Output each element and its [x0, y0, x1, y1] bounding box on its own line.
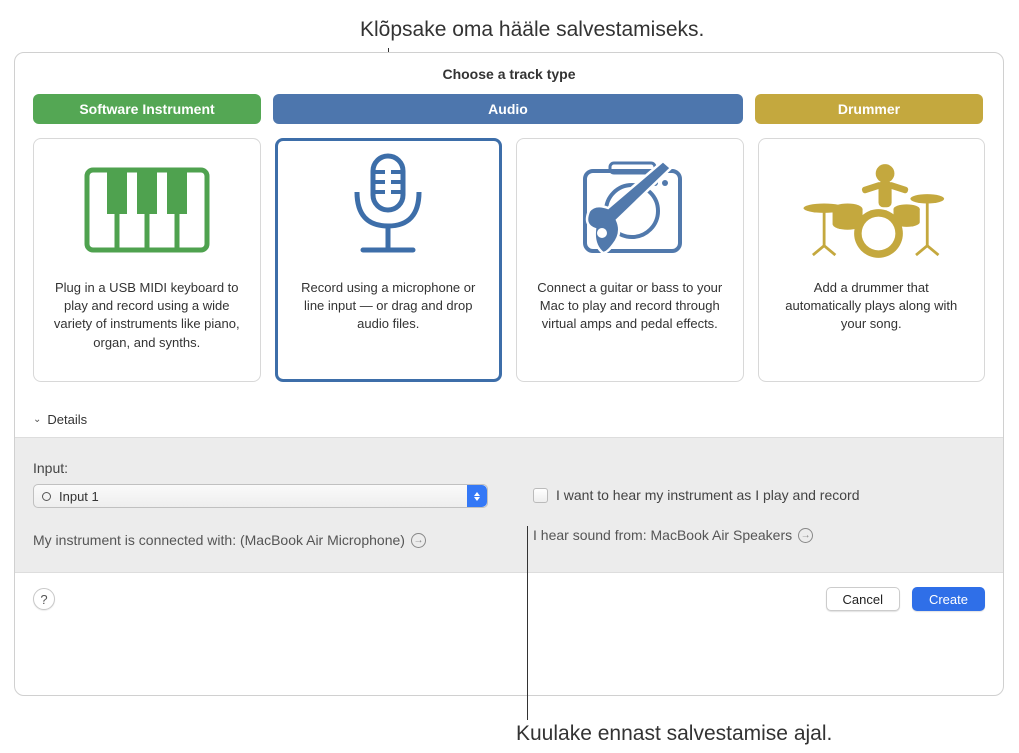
dialog-footer: ? Cancel Create — [15, 573, 1003, 625]
tab-drummer[interactable]: Drummer — [755, 94, 983, 124]
select-arrows-icon — [467, 485, 487, 507]
monitor-label: I want to hear my instrument as I play a… — [556, 487, 859, 503]
card-description: Add a drummer that automatically plays a… — [771, 279, 973, 334]
microphone-icon — [313, 155, 463, 265]
chevron-down-icon: ⌄ — [33, 414, 41, 425]
card-audio-mic[interactable]: Record using a microphone or line input … — [275, 138, 503, 382]
input-value: Input 1 — [59, 489, 99, 504]
card-drummer[interactable]: Add a drummer that automatically plays a… — [758, 138, 986, 382]
input-circle-icon — [42, 492, 51, 501]
help-button[interactable]: ? — [33, 588, 55, 610]
category-tabs: Software Instrument Audio Drummer — [15, 94, 1003, 124]
dialog-title: Choose a track type — [15, 53, 1003, 94]
tab-audio[interactable]: Audio — [273, 94, 743, 124]
guitar-amp-icon — [555, 155, 705, 265]
create-button[interactable]: Create — [912, 587, 985, 611]
input-device-info[interactable]: My instrument is connected with: (MacBoo… — [33, 532, 503, 548]
details-disclosure[interactable]: ⌄ Details — [15, 382, 1003, 437]
details-label: Details — [47, 412, 87, 427]
input-select[interactable]: Input 1 — [33, 484, 488, 508]
card-description: Record using a microphone or line input … — [288, 279, 490, 334]
cancel-button[interactable]: Cancel — [826, 587, 900, 611]
arrow-right-circle-icon: → — [411, 533, 426, 548]
input-label: Input: — [33, 460, 503, 476]
callout-bottom: Kuulake ennast salvestamise ajal. — [516, 722, 832, 746]
monitor-checkbox[interactable] — [533, 488, 548, 503]
track-cards: Plug in a USB MIDI keyboard to play and … — [15, 124, 1003, 382]
details-panel: Input: Input 1 My instrument is connecte… — [15, 437, 1003, 573]
output-device-text: I hear sound from: MacBook Air Speakers — [533, 527, 792, 543]
card-description: Plug in a USB MIDI keyboard to play and … — [46, 279, 248, 352]
keyboard-icon — [72, 155, 222, 265]
card-software-instrument[interactable]: Plug in a USB MIDI keyboard to play and … — [33, 138, 261, 382]
card-audio-guitar[interactable]: Connect a guitar or bass to your Mac to … — [516, 138, 744, 382]
callout-line — [527, 526, 528, 720]
drummer-icon — [796, 155, 946, 265]
input-device-text: My instrument is connected with: (MacBoo… — [33, 532, 405, 548]
tab-software-instrument[interactable]: Software Instrument — [33, 94, 261, 124]
card-description: Connect a guitar or bass to your Mac to … — [529, 279, 731, 334]
arrow-right-circle-icon: → — [798, 528, 813, 543]
track-type-dialog: Choose a track type Software Instrument … — [14, 52, 1004, 696]
callout-top: Klõpsake oma hääle salvestamiseks. — [360, 18, 704, 42]
output-device-info[interactable]: I hear sound from: MacBook Air Speakers … — [533, 527, 985, 543]
